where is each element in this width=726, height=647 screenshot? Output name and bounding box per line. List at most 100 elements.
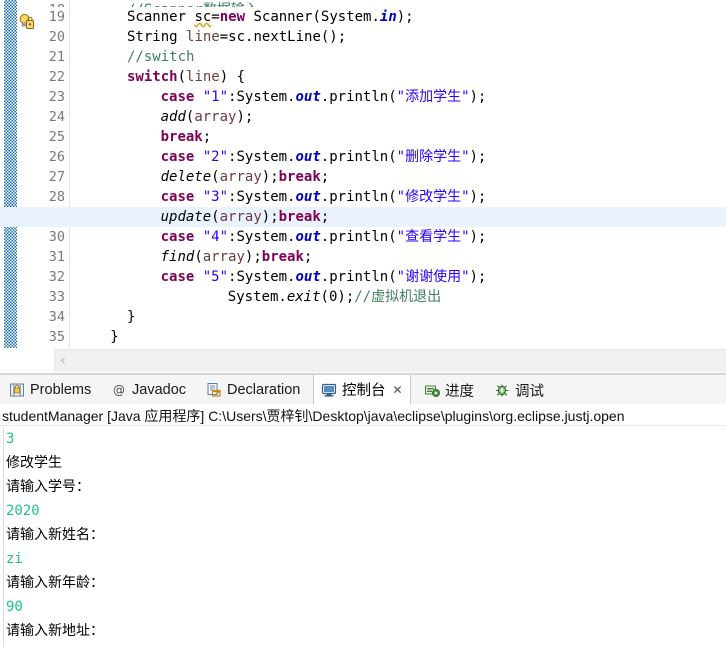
tab-控制台[interactable]: 控制台 ✕ <box>313 375 411 405</box>
chevron-left-icon[interactable]: ‹ <box>60 353 66 368</box>
code-token: out <box>295 269 321 285</box>
java-editor[interactable]: 181920212223242526272829303132333435 //S… <box>0 0 726 374</box>
code-line[interactable]: String line=sc.nextLine(); <box>72 27 726 47</box>
console-view[interactable]: studentManager [Java 应用程序] C:\Users\贾梓钊\… <box>0 404 726 647</box>
change-ruler[interactable] <box>4 0 17 348</box>
code-token: in <box>379 9 397 25</box>
line-number: 31 <box>48 249 65 265</box>
code-token: line <box>186 29 220 45</box>
code-token: array <box>202 249 245 265</box>
editor-body[interactable]: 181920212223242526272829303132333435 //S… <box>0 0 726 348</box>
code-line[interactable]: } <box>72 327 726 347</box>
code-token: String <box>127 29 187 45</box>
code-token: line <box>186 69 220 85</box>
code-token: find <box>160 249 195 265</box>
code-token: array <box>219 209 262 225</box>
view-tab-bar[interactable]: Problems @ Javadoc Declaration 控制台 ✕ 进度 调试 <box>0 374 726 406</box>
tab-problems[interactable]: Problems <box>2 375 98 405</box>
lightbulb-warning-icon[interactable] <box>18 13 34 29</box>
console-output[interactable]: 3 修改学生 请输入学号： 2020 请输入新姓名： zi 请输入新年龄： 90 请输入新地址：… <box>0 427 726 647</box>
tab-declaration[interactable]: Declaration <box>199 375 307 405</box>
code-token: exit <box>286 289 321 305</box>
code-token: ); <box>261 209 279 225</box>
code-token: break <box>261 249 304 265</box>
line-number: 30 <box>48 229 65 245</box>
code-line[interactable]: switch(line) { <box>72 67 726 87</box>
eclipse-window: 181920212223242526272829303132333435 //S… <box>0 0 726 647</box>
tab-调试[interactable]: 调试 <box>487 375 551 405</box>
console-input-line: 3 <box>6 431 15 447</box>
code-line[interactable]: } <box>72 307 726 327</box>
tab-label: 进度 <box>445 383 474 400</box>
line-number: 33 <box>48 289 65 305</box>
javadoc-icon: @ <box>111 382 127 398</box>
code-content[interactable]: //Scanner数据输入Scanner sc=new Scanner(Syst… <box>0 0 726 348</box>
tab-进度[interactable]: 进度 <box>417 375 481 405</box>
line-number: 21 <box>48 49 65 65</box>
close-icon[interactable]: ✕ <box>393 383 403 397</box>
code-line[interactable]: case "3":System.out.println("修改学生"); <box>72 187 726 207</box>
line-number: 35 <box>48 329 65 345</box>
code-token: ); <box>396 9 414 25</box>
code-token: "3" <box>202 189 229 205</box>
annotation-marker-column[interactable] <box>17 0 37 348</box>
code-token: ); <box>236 109 254 125</box>
code-line-highlighted[interactable]: update(array);break; <box>0 207 726 227</box>
console-input-line: space <box>6 643 726 647</box>
line-number: 28 <box>48 189 65 205</box>
code-token: ( <box>211 169 220 185</box>
code-token: ); <box>244 249 262 265</box>
line-number: 20 <box>48 29 65 45</box>
code-token: break <box>278 209 321 225</box>
tab-label: 控制台 <box>342 383 386 399</box>
code-token: =sc.nextLine(); <box>219 29 347 45</box>
code-token: ; <box>320 209 330 225</box>
code-token: delete <box>160 169 212 185</box>
code-token: //虚拟机退出 <box>354 289 442 305</box>
code-token: ); <box>469 229 487 245</box>
console-icon <box>321 382 337 398</box>
code-line[interactable]: //Scanner数据输入 <box>72 0 726 7</box>
code-line[interactable]: //switch <box>72 47 726 67</box>
code-token: "查看学生" <box>396 229 470 245</box>
code-token: ); <box>261 169 279 185</box>
code-token: out <box>295 229 321 245</box>
code-token: add <box>160 109 186 125</box>
code-token: new <box>219 9 246 25</box>
code-token: "4" <box>202 229 229 245</box>
code-line[interactable]: break; <box>72 127 726 147</box>
code-token: out <box>295 89 321 105</box>
code-token: .println( <box>320 149 397 165</box>
code-token: .println( <box>320 269 397 285</box>
line-number: 24 <box>48 109 65 125</box>
code-token: array <box>219 169 262 185</box>
code-token: "修改学生" <box>396 189 470 205</box>
code-token: } <box>110 329 119 345</box>
console-input-line: zi <box>6 551 23 567</box>
code-line[interactable]: case "5":System.out.println("谢谢使用"); <box>72 267 726 287</box>
code-token: array <box>194 109 237 125</box>
svg-text:@: @ <box>113 383 125 397</box>
code-line[interactable]: case "1":System.out.println("添加学生"); <box>72 87 726 107</box>
scrollbar-track[interactable] <box>54 349 726 372</box>
code-line[interactable]: find(array);break; <box>72 247 726 267</box>
line-number: 25 <box>48 129 65 145</box>
line-number: 22 <box>48 69 65 85</box>
code-token: "添加学生" <box>396 89 470 105</box>
console-output-line: 请输入新地址： <box>6 623 104 639</box>
console-input-line: 2020 <box>6 503 40 519</box>
code-line[interactable]: System.exit(0);//虚拟机退出 <box>72 287 726 307</box>
line-number: 34 <box>48 309 65 325</box>
code-token: :System. <box>228 189 296 205</box>
code-line[interactable]: Scanner sc=new Scanner(System.in); <box>72 7 726 27</box>
code-line[interactable]: case "2":System.out.println("删除学生"); <box>72 147 726 167</box>
tab-javadoc[interactable]: @ Javadoc <box>104 375 193 405</box>
code-line[interactable]: add(array); <box>72 107 726 127</box>
code-line[interactable]: case "4":System.out.println("查看学生"); <box>72 227 726 247</box>
editor-horizontal-scrollbar[interactable]: ‹ <box>0 348 726 374</box>
code-token: System. <box>227 289 287 305</box>
code-token: ) { <box>219 69 246 85</box>
console-output-line: 请输入学号： <box>6 479 90 495</box>
code-line[interactable]: delete(array);break; <box>72 167 726 187</box>
